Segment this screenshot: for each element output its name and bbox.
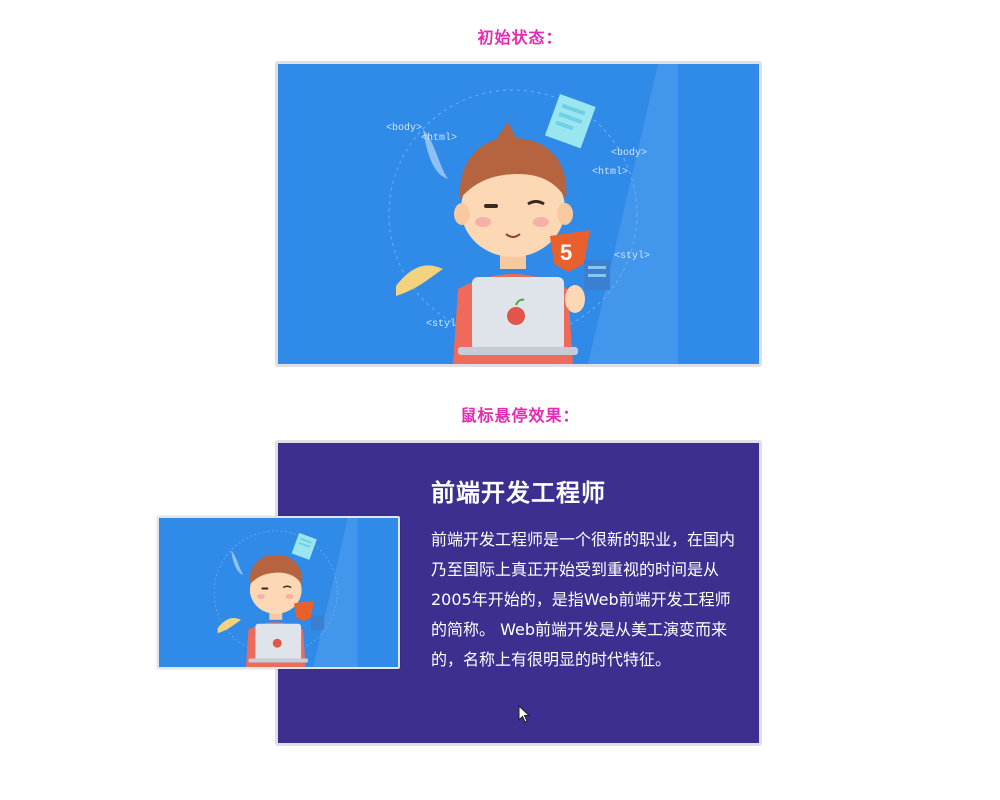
- developer-illustration: <body> <html> <body> <html> <styl> <styl…: [278, 64, 759, 364]
- card-initial[interactable]: <body> <html> <body> <html> <styl> <styl…: [275, 61, 762, 367]
- caption-initial-state: 初始状态：: [477, 28, 563, 47]
- card-title: 前端开发工程师: [431, 479, 606, 507]
- caption-hover-effect: 鼠标悬停效果：: [460, 406, 580, 425]
- svg-text:5: 5: [560, 240, 572, 265]
- card-description: 前端开发工程师是一个很新的职业，在国内乃至国际上真正开始受到重视的时间是从200…: [431, 530, 736, 669]
- tag-body-right: <body>: [611, 147, 647, 159]
- developer-illustration-thumb: [159, 518, 398, 667]
- mouse-pointer-icon: [518, 705, 530, 723]
- tag-html-left: <html>: [421, 132, 457, 144]
- tag-body-left: <body>: [386, 122, 422, 134]
- card-thumbnail[interactable]: [157, 516, 400, 669]
- tag-styl-right: <styl>: [614, 250, 650, 262]
- tag-html-right: <html>: [592, 166, 628, 178]
- page: 初始状态： <body> <html> <body> <html> <styl>…: [0, 0, 1000, 800]
